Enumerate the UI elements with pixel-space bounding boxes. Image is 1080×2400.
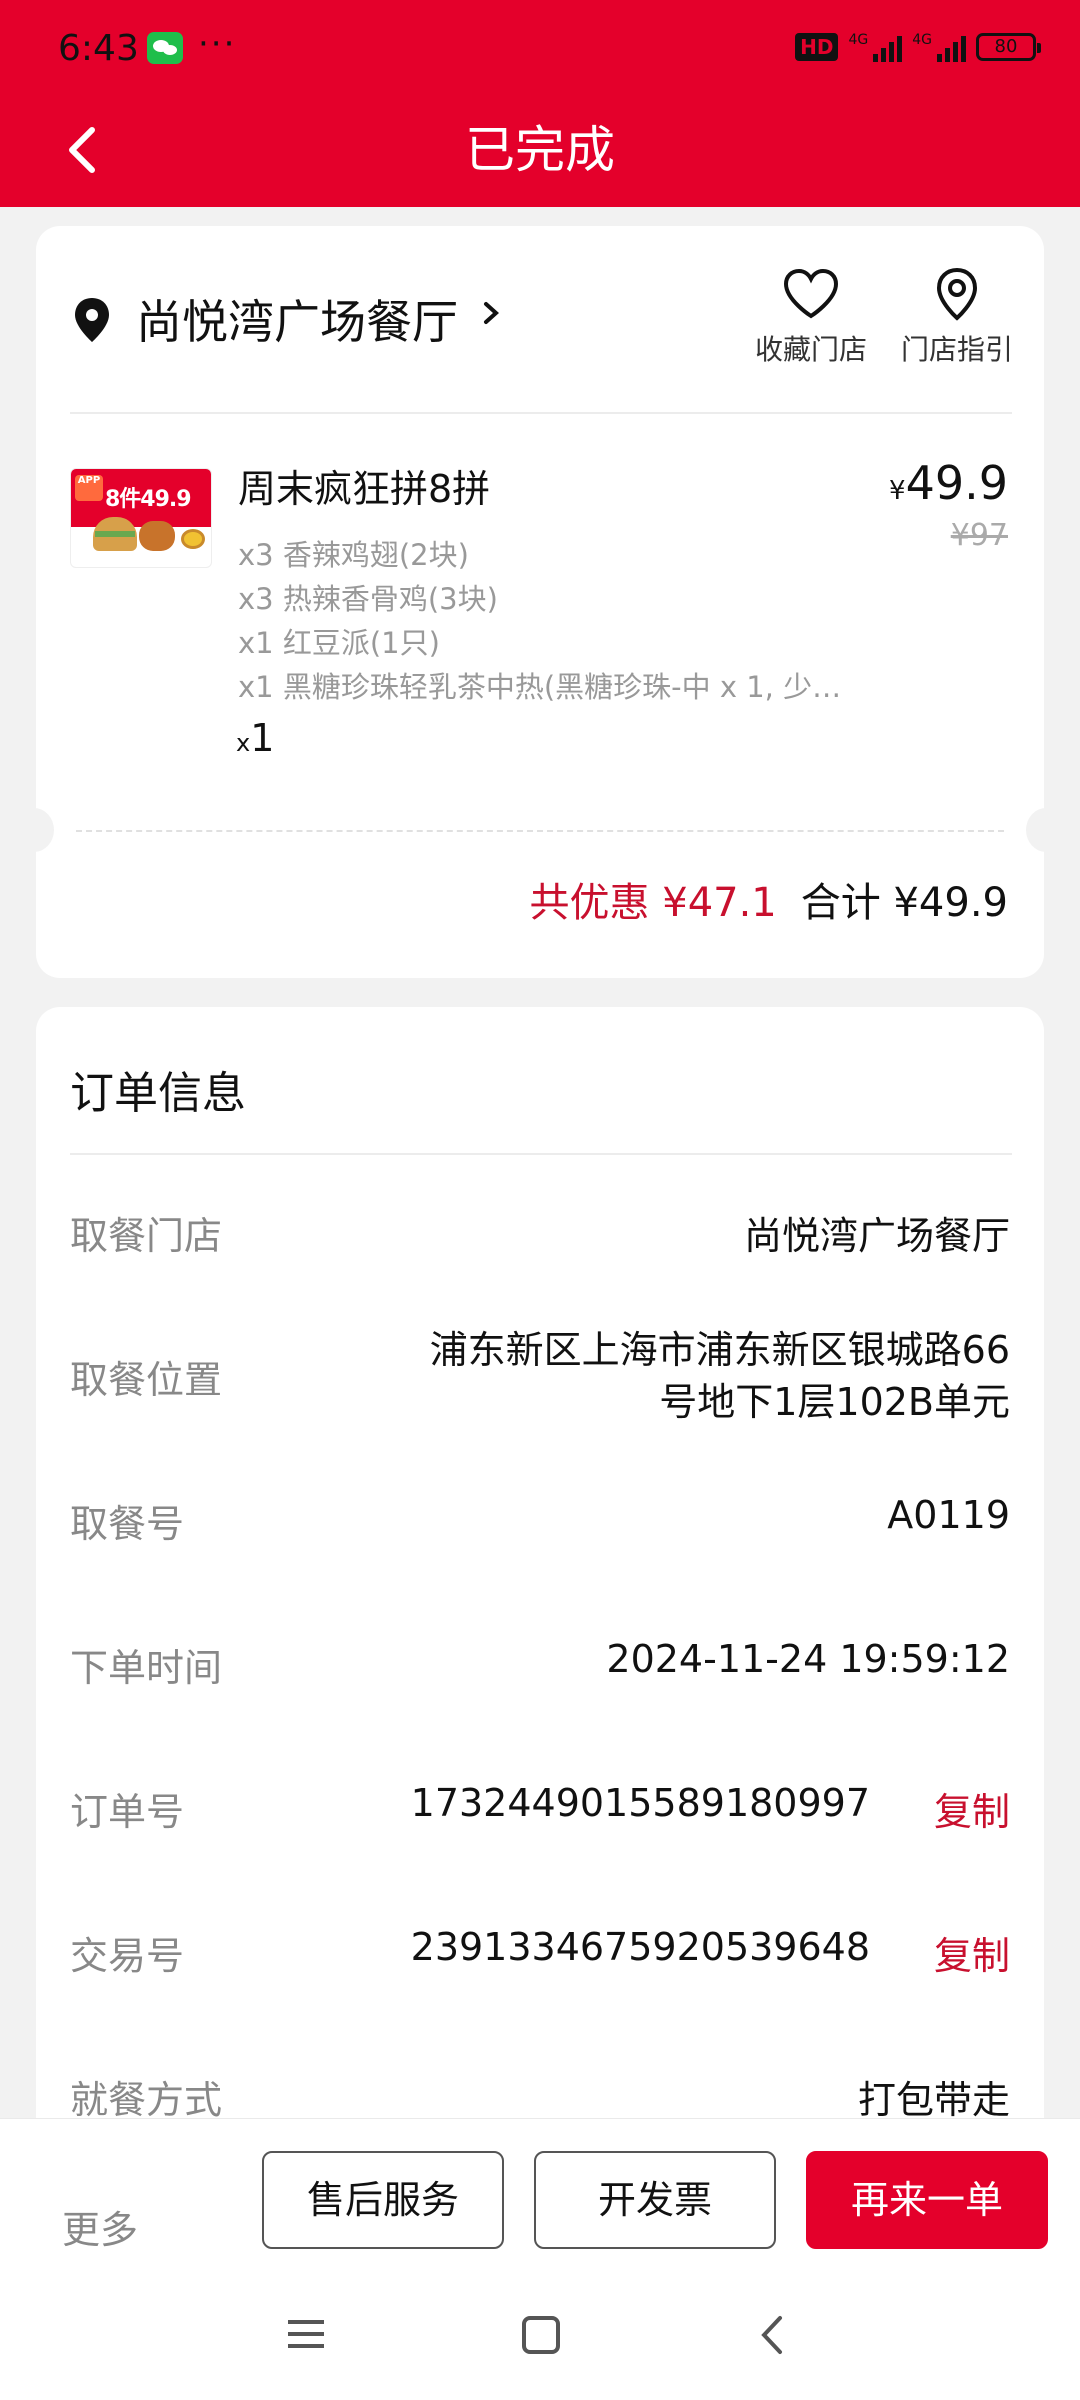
page-title: 已完成 bbox=[465, 121, 615, 179]
order-number: 1732449015589180997 bbox=[410, 1781, 870, 1825]
wechat-icon bbox=[147, 32, 183, 64]
product-image: APP 8件49.9 bbox=[70, 468, 212, 568]
original-price: ¥97 bbox=[950, 518, 1008, 553]
nav-bar: 已完成 bbox=[0, 100, 1080, 207]
info-row-order-time: 下单时间 2024-11-24 19:59:12 bbox=[70, 1637, 1010, 1690]
info-row-transaction-number: 交易号 2391334675920539648 复制 bbox=[70, 1925, 1010, 1980]
signal-icon-2: 4G bbox=[912, 32, 966, 62]
transaction-number: 2391334675920539648 bbox=[410, 1925, 870, 1969]
product-quantity: x1 bbox=[236, 716, 275, 760]
favorite-store-label: 收藏门店 bbox=[754, 333, 867, 366]
more-button[interactable]: 更多 bbox=[62, 2199, 138, 2254]
info-row-pickup-number: 取餐号 A0119 bbox=[70, 1493, 1010, 1546]
reorder-button[interactable]: 再来一单 bbox=[806, 2151, 1048, 2249]
info-row-pickup-location: 取餐位置 浦东新区上海市浦东新区银城路66 号地下1层102B单元 bbox=[70, 1328, 1010, 1424]
combo-item: x3 香辣鸡翅(2块) bbox=[238, 538, 469, 572]
info-row-pickup-store: 取餐门店 尚悦湾广场餐厅 bbox=[70, 1214, 1010, 1258]
product-price: ¥49.9 bbox=[889, 456, 1008, 510]
divider bbox=[70, 412, 1012, 414]
bottom-action-bar: 更多 售后服务 开发票 再来一单 bbox=[0, 2118, 1080, 2288]
favorite-store-button[interactable]: 收藏门店 bbox=[746, 266, 876, 406]
copy-order-number-button[interactable]: 复制 bbox=[934, 1781, 1010, 1836]
combo-item: x1 黑糖珍珠轻乳茶中热(黑糖珍珠-中 x 1, 少… bbox=[238, 670, 842, 704]
chevron-right-icon[interactable] bbox=[480, 298, 504, 328]
invoice-button[interactable]: 开发票 bbox=[534, 2151, 776, 2249]
combo-item: x3 热辣香骨鸡(3块) bbox=[238, 582, 498, 616]
order-total: 合计 ¥49.9 bbox=[800, 880, 1008, 926]
order-summary-card: 尚悦湾广场餐厅 收藏门店 门店指引 APP 8件49.9 周末疯狂拼8拼 ¥49… bbox=[14, 226, 1066, 978]
info-row-order-number: 订单号 1732449015589180997 复制 bbox=[70, 1781, 1010, 1836]
location-icon bbox=[936, 267, 978, 321]
home-icon[interactable] bbox=[522, 2316, 560, 2354]
dashed-divider bbox=[76, 830, 1004, 832]
after-sale-service-button[interactable]: 售后服务 bbox=[262, 2151, 504, 2249]
section-title: 订单信息 bbox=[70, 1068, 246, 1119]
divider bbox=[70, 1153, 1012, 1155]
combo-item: x1 红豆派(1只) bbox=[238, 626, 440, 660]
battery-icon: 80 bbox=[976, 33, 1041, 61]
menu-icon[interactable] bbox=[286, 2316, 326, 2352]
status-bar: 6:43 ··· HD 4G 4G 80 bbox=[0, 0, 1080, 100]
store-guide-label: 门店指引 bbox=[900, 333, 1013, 366]
discount-total: 共优惠 ¥47.1 bbox=[529, 880, 777, 926]
system-back-icon[interactable] bbox=[752, 2312, 792, 2358]
heart-icon bbox=[783, 268, 839, 319]
product-name: 周末疯狂拼8拼 bbox=[238, 467, 491, 511]
header-bar: 6:43 ··· HD 4G 4G 80 已完成 bbox=[0, 0, 1080, 207]
price-summary: 共优惠 ¥47.1 合计 ¥49.9 bbox=[530, 870, 1008, 928]
copy-transaction-number-button[interactable]: 复制 bbox=[934, 1925, 1010, 1980]
store-name[interactable]: 尚悦湾广场餐厅 bbox=[136, 286, 458, 352]
store-guide-button[interactable]: 门店指引 bbox=[892, 266, 1022, 406]
location-pin-icon bbox=[75, 298, 109, 342]
hd-icon: HD bbox=[795, 33, 839, 61]
status-time: 6:43 bbox=[58, 28, 139, 69]
product-image-text: 8件49.9 bbox=[105, 487, 192, 512]
system-nav-bar bbox=[0, 2288, 1080, 2400]
more-notifications-icon: ··· bbox=[198, 24, 237, 64]
signal-icon: 4G bbox=[848, 32, 903, 62]
status-indicators: HD 4G 4G 80 bbox=[795, 32, 1041, 62]
